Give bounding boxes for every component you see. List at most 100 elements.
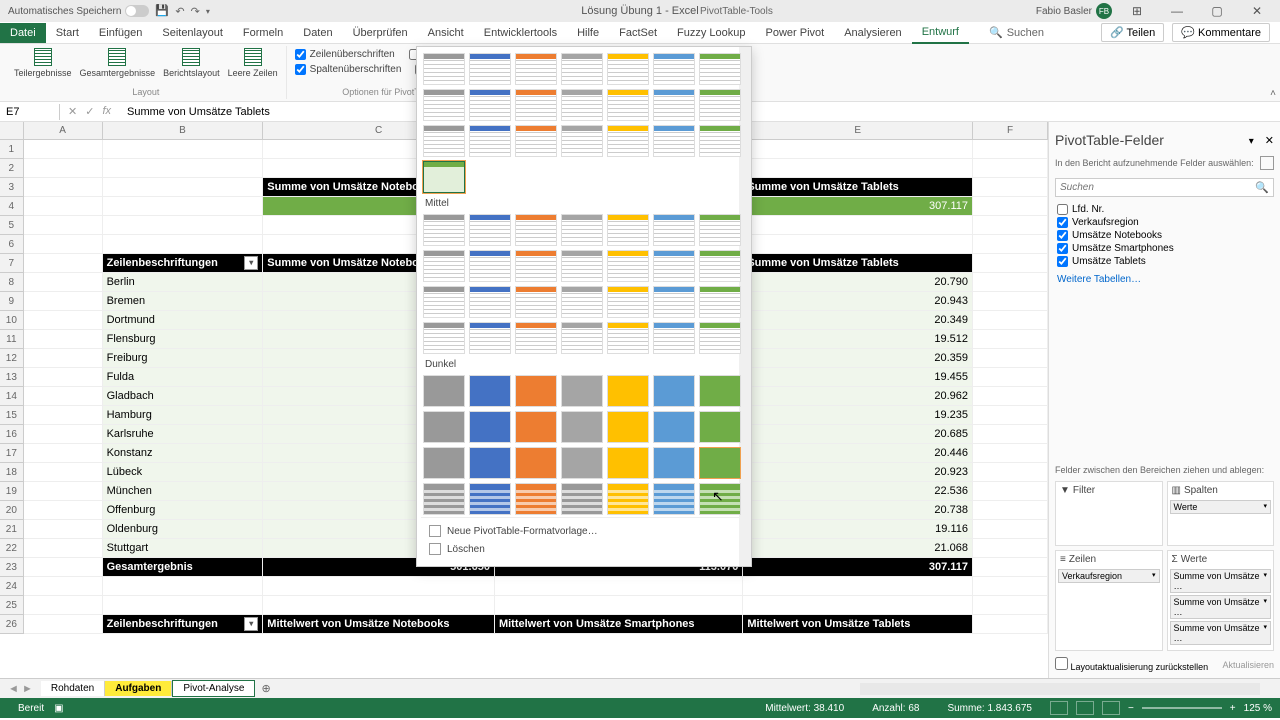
style-thumb[interactable] <box>607 250 649 282</box>
area-item[interactable]: Verkaufsregion▾ <box>1058 569 1160 583</box>
style-thumb[interactable] <box>515 89 557 121</box>
rows-area[interactable]: ≡Zeilen Verkaufsregion▾ <box>1055 550 1163 652</box>
style-thumb[interactable] <box>561 286 603 318</box>
defer-checkbox[interactable]: Layoutaktualisierung zurückstellen <box>1055 657 1208 672</box>
area-item[interactable]: Summe von Umsätze …▾ <box>1170 569 1272 593</box>
name-box[interactable]: E7 <box>0 104 60 120</box>
zoom-out-icon[interactable]: − <box>1128 703 1134 714</box>
clear-style[interactable]: Löschen <box>425 540 743 558</box>
filter-area[interactable]: ▼Filter <box>1055 481 1163 546</box>
field-item[interactable]: Umsätze Tablets <box>1055 255 1274 268</box>
style-thumb[interactable] <box>561 483 603 515</box>
cancel-formula-icon[interactable]: ✕ <box>68 105 77 118</box>
style-thumb[interactable] <box>469 483 511 515</box>
sheet-nav[interactable]: ◄ ► <box>0 683 41 695</box>
maximize-icon[interactable]: ▢ <box>1202 4 1232 18</box>
add-sheet-button[interactable]: ⊕ <box>255 682 276 695</box>
style-thumb[interactable] <box>607 286 649 318</box>
style-thumb[interactable] <box>607 125 649 157</box>
style-thumb[interactable] <box>561 214 603 246</box>
tab-ueberpruefen[interactable]: Überprüfen <box>343 23 418 43</box>
style-thumb[interactable] <box>653 483 695 515</box>
style-thumb[interactable] <box>423 250 465 282</box>
minimize-icon[interactable]: — <box>1162 4 1192 18</box>
comments-button[interactable]: 💬 Kommentare <box>1172 23 1270 42</box>
new-pivottable-style[interactable]: Neue PivotTable-Formatvorlage… <box>425 522 743 540</box>
style-thumb[interactable] <box>561 322 603 354</box>
share-button[interactable]: 🔗 Teilen <box>1101 23 1164 42</box>
user-account[interactable]: Fabio Basler FB <box>1036 3 1112 19</box>
style-thumb[interactable] <box>469 214 511 246</box>
sheet-tab-aufgaben[interactable]: Aufgaben <box>105 681 172 696</box>
page-break-icon[interactable] <box>1102 701 1120 715</box>
col-header[interactable]: E <box>743 122 973 139</box>
col-header[interactable]: A <box>24 122 103 139</box>
style-thumb[interactable] <box>607 89 649 121</box>
tab-seitenlayout[interactable]: Seitenlayout <box>152 23 233 43</box>
style-thumb[interactable] <box>515 483 557 515</box>
style-thumb[interactable] <box>699 322 741 354</box>
area-item[interactable]: Werte▾ <box>1170 500 1272 514</box>
row-headers-checkbox[interactable]: Zeilenüberschriften <box>295 48 395 61</box>
style-thumb[interactable] <box>607 53 649 85</box>
style-thumb[interactable] <box>515 250 557 282</box>
style-thumb[interactable] <box>699 89 741 121</box>
style-thumb[interactable] <box>561 411 603 443</box>
tab-powerpivot[interactable]: Power Pivot <box>756 23 835 43</box>
autosave-toggle[interactable]: Automatisches Speichern <box>8 5 149 17</box>
subtotals-button[interactable]: Teilergebnisse <box>14 48 72 78</box>
style-thumb[interactable] <box>607 214 649 246</box>
style-thumb[interactable] <box>469 89 511 121</box>
style-thumb[interactable] <box>653 214 695 246</box>
style-thumb[interactable] <box>561 89 603 121</box>
redo-icon[interactable]: ↷ <box>191 5 200 18</box>
style-thumb[interactable] <box>561 447 603 479</box>
values-area[interactable]: ΣWerte Summe von Umsätze …▾ Summe von Um… <box>1167 550 1275 652</box>
zoom-level[interactable]: 125 % <box>1244 703 1272 714</box>
style-thumb[interactable] <box>423 53 465 85</box>
style-thumb[interactable] <box>515 53 557 85</box>
area-item[interactable]: Summe von Umsätze …▾ <box>1170 595 1272 619</box>
style-thumb[interactable] <box>469 322 511 354</box>
close-icon[interactable]: ✕ <box>1242 4 1272 18</box>
style-thumb[interactable] <box>607 322 649 354</box>
zoom-slider[interactable] <box>1142 707 1222 709</box>
style-thumb[interactable] <box>515 125 557 157</box>
style-thumb[interactable] <box>653 411 695 443</box>
style-thumb[interactable] <box>423 89 465 121</box>
grandtotals-button[interactable]: Gesamtergebnisse <box>80 48 156 78</box>
tab-einfuegen[interactable]: Einfügen <box>89 23 152 43</box>
undo-icon[interactable]: ↶ <box>175 5 184 18</box>
field-item[interactable]: Verkaufsregion <box>1055 216 1274 229</box>
tab-ansicht[interactable]: Ansicht <box>418 23 474 43</box>
style-thumb[interactable] <box>423 214 465 246</box>
style-thumb[interactable] <box>653 89 695 121</box>
style-thumb[interactable] <box>561 375 603 407</box>
tab-datei[interactable]: Datei <box>0 23 46 43</box>
select-all-corner[interactable] <box>0 122 24 139</box>
style-thumb[interactable] <box>607 375 649 407</box>
style-thumb[interactable] <box>699 53 741 85</box>
ribbon-display-icon[interactable]: ⊞ <box>1122 4 1152 18</box>
style-thumb[interactable] <box>607 447 649 479</box>
tab-hilfe[interactable]: Hilfe <box>567 23 609 43</box>
style-thumb[interactable] <box>699 125 741 157</box>
area-item[interactable]: Summe von Umsätze …▾ <box>1170 621 1272 645</box>
style-thumb[interactable] <box>469 250 511 282</box>
field-item[interactable]: Umsätze Notebooks <box>1055 229 1274 242</box>
style-thumb[interactable] <box>653 250 695 282</box>
zoom-in-icon[interactable]: + <box>1230 703 1236 714</box>
horizontal-scrollbar[interactable] <box>860 683 1260 695</box>
style-thumb[interactable] <box>423 125 465 157</box>
field-search[interactable]: 🔍 <box>1055 178 1274 197</box>
sheet-tab-pivot[interactable]: Pivot-Analyse <box>172 680 255 697</box>
style-thumb[interactable] <box>469 447 511 479</box>
style-thumb[interactable] <box>561 53 603 85</box>
style-thumb[interactable] <box>653 375 695 407</box>
columns-area[interactable]: ▥Spalten Werte▾ <box>1167 481 1275 546</box>
style-thumb[interactable] <box>699 214 741 246</box>
reportlayout-button[interactable]: Berichtslayout <box>163 48 220 78</box>
col-header[interactable]: F <box>973 122 1048 139</box>
style-thumb[interactable] <box>653 322 695 354</box>
style-thumb[interactable] <box>653 286 695 318</box>
